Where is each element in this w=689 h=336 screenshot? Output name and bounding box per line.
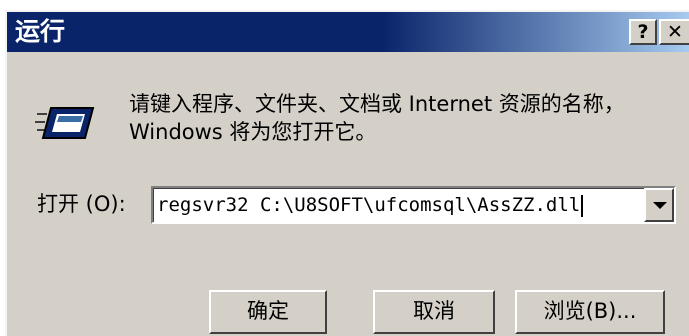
text-cursor	[581, 194, 584, 217]
chevron-down-icon[interactable]	[644, 188, 674, 222]
open-combobox[interactable]: regsvr32 C:\U8SOFT\ufcomsql\AssZZ.dll	[151, 186, 676, 224]
close-button[interactable]: ✕	[659, 19, 689, 45]
run-dialog: 运行 ? ✕ 请键入程序、文件夹、文档或 Internet 资源的名称，Wind…	[5, 10, 689, 336]
run-program-icon	[35, 107, 95, 139]
window-title: 运行	[15, 17, 66, 46]
ok-button[interactable]: 确定	[209, 290, 327, 334]
title-bar[interactable]: 运行 ? ✕	[7, 12, 689, 52]
help-button[interactable]: ?	[629, 19, 657, 45]
open-input[interactable]: regsvr32 C:\U8SOFT\ufcomsql\AssZZ.dll	[157, 192, 584, 218]
run-description: 请键入程序、文件夹、文档或 Internet 资源的名称，Windows 将为您…	[129, 92, 625, 144]
browse-button[interactable]: 浏览(B)...	[515, 290, 665, 334]
cancel-button[interactable]: 取消	[373, 290, 495, 334]
open-input-value: regsvr32 C:\U8SOFT\ufcomsql\AssZZ.dll	[157, 194, 581, 216]
open-label: 打开 (O):	[37, 192, 126, 216]
